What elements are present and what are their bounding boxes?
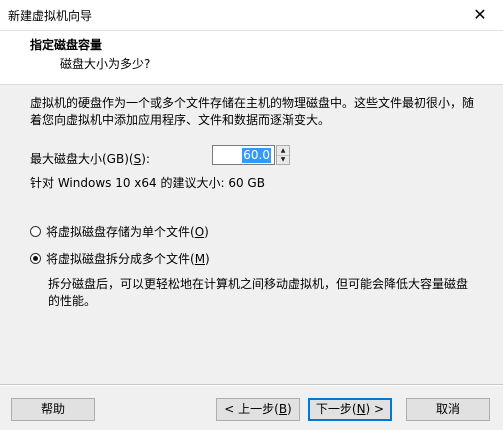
disk-size-input[interactable]: 60.0 <box>212 145 275 165</box>
disk-size-value: 60.0 <box>242 148 271 163</box>
window-title: 新建虚拟机向导 <box>8 9 93 23</box>
single-file-label[interactable]: 将虚拟磁盘存储为单个文件(O) <box>46 223 209 240</box>
multiple-files-label[interactable]: 将虚拟磁盘拆分成多个文件(M) <box>46 250 210 267</box>
back-button[interactable]: < 上一步(B) <box>216 398 300 421</box>
recommended-size-text: 针对 Windows 10 x64 的建议大小: 60 GB <box>30 176 265 190</box>
multiple-files-radio[interactable] <box>30 252 41 264</box>
title-bar: 新建虚拟机向导 ✕ <box>0 0 503 31</box>
single-file-option[interactable]: 将虚拟磁盘存储为单个文件(O) <box>30 223 209 239</box>
multiple-files-option[interactable]: 将虚拟磁盘拆分成多个文件(M) <box>30 250 210 266</box>
wizard-window: 新建虚拟机向导 ✕ 指定磁盘容量 磁盘大小为多少? 虚拟机的硬盘作为一个或多个文… <box>0 0 503 430</box>
disk-size-label: 最大磁盘大小(GB)(S): <box>30 152 150 166</box>
disk-description: 虚拟机的硬盘作为一个或多个文件存储在主机的物理磁盘中。这些文件最初很小，随着您向… <box>30 96 475 127</box>
spin-down-icon[interactable]: ▼ <box>277 155 289 164</box>
page-subtitle: 磁盘大小为多少? <box>60 57 151 71</box>
next-button[interactable]: 下一步(N) > <box>308 398 392 421</box>
wizard-header: 指定磁盘容量 磁盘大小为多少? <box>0 31 503 85</box>
footer-divider <box>0 384 503 386</box>
close-button[interactable]: ✕ <box>457 0 503 30</box>
cancel-button[interactable]: 取消 <box>406 398 490 421</box>
help-button[interactable]: 帮助 <box>11 398 95 421</box>
disk-size-spinner[interactable]: ▲ ▼ <box>276 145 290 165</box>
single-file-radio[interactable] <box>30 225 41 237</box>
split-description: 拆分磁盘后，可以更轻松地在计算机之间移动虚拟机，但可能会降低大容量磁盘的性能。 <box>48 277 469 308</box>
page-title: 指定磁盘容量 <box>30 38 103 52</box>
